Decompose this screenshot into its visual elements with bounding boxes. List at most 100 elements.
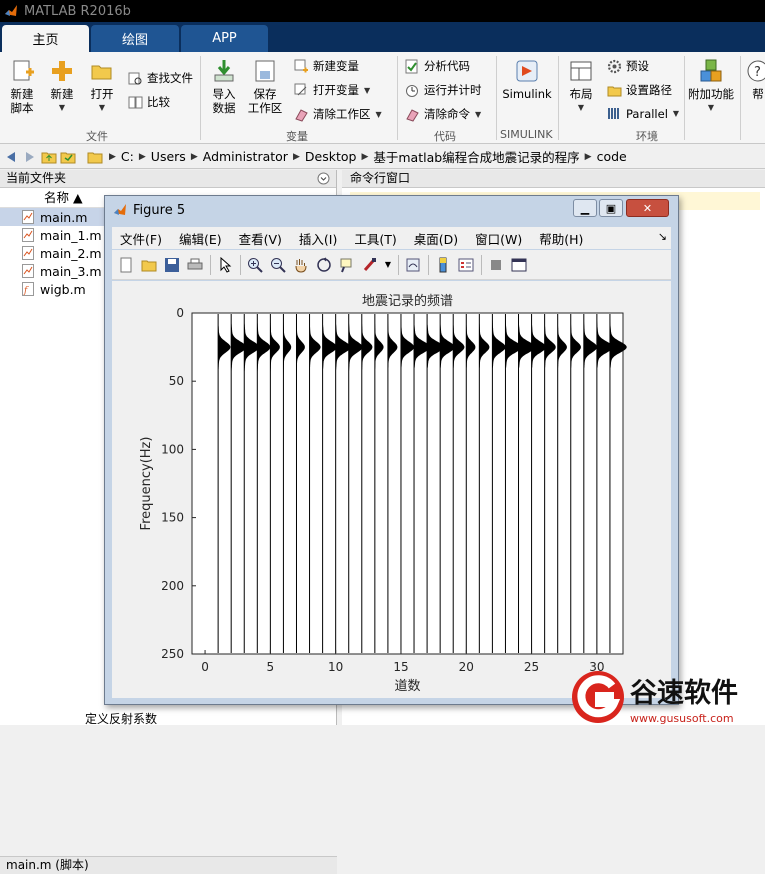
tab-apps[interactable]: APP <box>181 25 268 52</box>
address-bar: ▶ C: ▶ Users ▶ Administrator ▶ Desktop ▶… <box>0 145 765 169</box>
minimize-button[interactable]: ▁ <box>573 199 597 217</box>
clear-commands-dropdown-icon[interactable]: ▼ <box>475 110 481 119</box>
menu-insert[interactable]: 插入(I) <box>299 229 337 248</box>
breadcrumb-administrator[interactable]: Administrator <box>203 149 288 164</box>
clear-commands-icon <box>406 108 419 122</box>
y-tick-label: 100 <box>161 442 184 456</box>
panel-actions-icon[interactable] <box>317 172 330 185</box>
select-pointer-icon[interactable] <box>216 256 234 274</box>
svg-text:?: ? <box>754 65 761 80</box>
open-variable-button[interactable]: 打开变量 ▼ <box>294 82 370 98</box>
find-files-button[interactable]: 查找文件 <box>128 70 193 86</box>
open-variable-icon <box>294 83 307 95</box>
add-ons-label: 附加功能 <box>688 87 734 101</box>
menu-help[interactable]: 帮助(H) <box>539 229 583 248</box>
function-file-icon: f <box>22 282 34 296</box>
current-folder-header: 当前文件夹 <box>0 170 336 188</box>
new-figure-icon[interactable] <box>117 256 135 274</box>
menu-view[interactable]: 查看(V) <box>239 229 282 248</box>
breadcrumb-code[interactable]: code <box>597 149 627 164</box>
breadcrumb-separator-icon: ▶ <box>584 151 592 162</box>
simulink-icon <box>516 60 538 82</box>
menu-window[interactable]: 窗口(W) <box>475 229 522 248</box>
legend-icon[interactable] <box>457 256 475 274</box>
y-tick-label: 150 <box>161 511 184 525</box>
add-ons-button[interactable]: 附加功能 ▼ <box>688 58 734 115</box>
browse-folder-icon[interactable] <box>60 149 76 165</box>
app-titlebar: MATLAB R2016b <box>0 0 765 22</box>
maximize-button[interactable]: ▣ <box>599 199 623 217</box>
new-variable-button[interactable]: 新建变量 <box>294 58 359 74</box>
tab-plots[interactable]: 绘图 <box>91 25 179 52</box>
breadcrumb-separator-icon: ▶ <box>138 151 146 162</box>
print-icon[interactable] <box>186 256 204 274</box>
breadcrumb-desktop[interactable]: Desktop <box>305 149 357 164</box>
analyze-code-button[interactable]: 分析代码 <box>405 58 470 74</box>
up-folder-icon[interactable] <box>41 149 57 165</box>
link-plot-icon[interactable] <box>404 256 422 274</box>
new-script-icon <box>13 60 34 81</box>
x-axis-label: 道数 <box>394 679 420 694</box>
breadcrumb-users[interactable]: Users <box>151 149 186 164</box>
compare-button[interactable]: 比较 <box>128 94 170 110</box>
set-path-label: 设置路径 <box>626 83 672 97</box>
layout-label: 布局 <box>569 87 593 101</box>
parallel-dropdown-icon[interactable]: ▼ <box>673 109 679 118</box>
brush-dropdown-icon[interactable]: ▼ <box>384 256 392 274</box>
open-file-icon[interactable] <box>140 256 158 274</box>
layout-icon <box>570 61 592 81</box>
rotate-3d-icon[interactable] <box>315 256 333 274</box>
data-cursor-icon[interactable] <box>338 256 356 274</box>
forward-arrow-icon[interactable] <box>22 149 38 165</box>
open-button[interactable]: 打开 ▼ <box>86 58 118 115</box>
zoom-out-icon[interactable] <box>269 256 287 274</box>
zoom-in-icon[interactable] <box>246 256 264 274</box>
dock-arrow-icon[interactable]: ↘ <box>658 230 667 243</box>
menu-edit[interactable]: 编辑(E) <box>179 229 222 248</box>
toolbar-separator <box>428 254 429 275</box>
simulink-label: Simulink <box>502 87 552 101</box>
find-files-label: 查找文件 <box>147 71 193 85</box>
matlab-logo-icon <box>5 5 17 16</box>
breadcrumb-drive[interactable]: C: <box>121 149 134 164</box>
import-data-button[interactable]: 导入 数据 <box>208 58 240 115</box>
show-plot-tools-icon[interactable] <box>510 256 528 274</box>
toolbar-separator <box>240 254 241 275</box>
run-and-time-button[interactable]: 运行并计时 <box>405 82 482 98</box>
clear-workspace-dropdown-icon[interactable]: ▼ <box>376 110 382 119</box>
wiggle-plot[interactable]: 0 5 10 15 20 25 30050100150200250地震记录的频谱道数Freq… <box>112 281 671 698</box>
brush-icon[interactable] <box>361 256 379 274</box>
simulink-button[interactable]: Simulink <box>501 58 553 101</box>
help-button[interactable]: ? 帮 <box>747 58 765 101</box>
gusu-watermark-logo: 谷速软件 www.gususoft.com <box>572 671 738 725</box>
maximize-icon: ▣ <box>605 201 617 215</box>
pan-hand-icon[interactable] <box>292 256 310 274</box>
close-button[interactable]: ✕ <box>626 199 669 217</box>
file-name: wigb.m <box>40 281 86 297</box>
layout-button[interactable]: 布局 ▼ <box>564 58 598 115</box>
preferences-button[interactable]: 预设 <box>607 58 649 74</box>
menu-desktop[interactable]: 桌面(D) <box>414 229 458 248</box>
back-arrow-icon[interactable] <box>3 149 19 165</box>
parallel-label: Parallel <box>626 106 668 121</box>
hide-plot-tools-icon[interactable] <box>487 256 505 274</box>
menu-file[interactable]: 文件(F) <box>120 229 162 248</box>
new-button[interactable]: 新建 ▼ <box>46 58 78 115</box>
ribbon-separator <box>684 56 685 140</box>
group-label-code: 代码 <box>434 130 456 143</box>
clear-commands-button[interactable]: 清除命令 ▼ <box>405 106 481 122</box>
parallel-button[interactable]: Parallel ▼ <box>607 106 679 121</box>
new-script-button[interactable]: 新建 脚本 <box>6 58 38 115</box>
set-path-button[interactable]: 设置路径 <box>607 82 672 98</box>
colorbar-icon[interactable] <box>434 256 452 274</box>
run-and-time-icon <box>406 84 418 97</box>
clear-workspace-button[interactable]: 清除工作区 ▼ <box>294 106 382 122</box>
breadcrumb-project-folder[interactable]: 基于matlab编程合成地震记录的程序 <box>373 147 579 166</box>
menu-tools[interactable]: 工具(T) <box>354 229 396 248</box>
open-variable-dropdown-icon[interactable]: ▼ <box>364 86 370 95</box>
new-label: 新建 <box>50 87 74 101</box>
tab-home[interactable]: 主页 <box>2 25 89 52</box>
save-workspace-button[interactable]: 保存 工作区 <box>246 58 284 115</box>
save-icon[interactable] <box>163 256 181 274</box>
file-name: main_2.m <box>40 245 102 261</box>
